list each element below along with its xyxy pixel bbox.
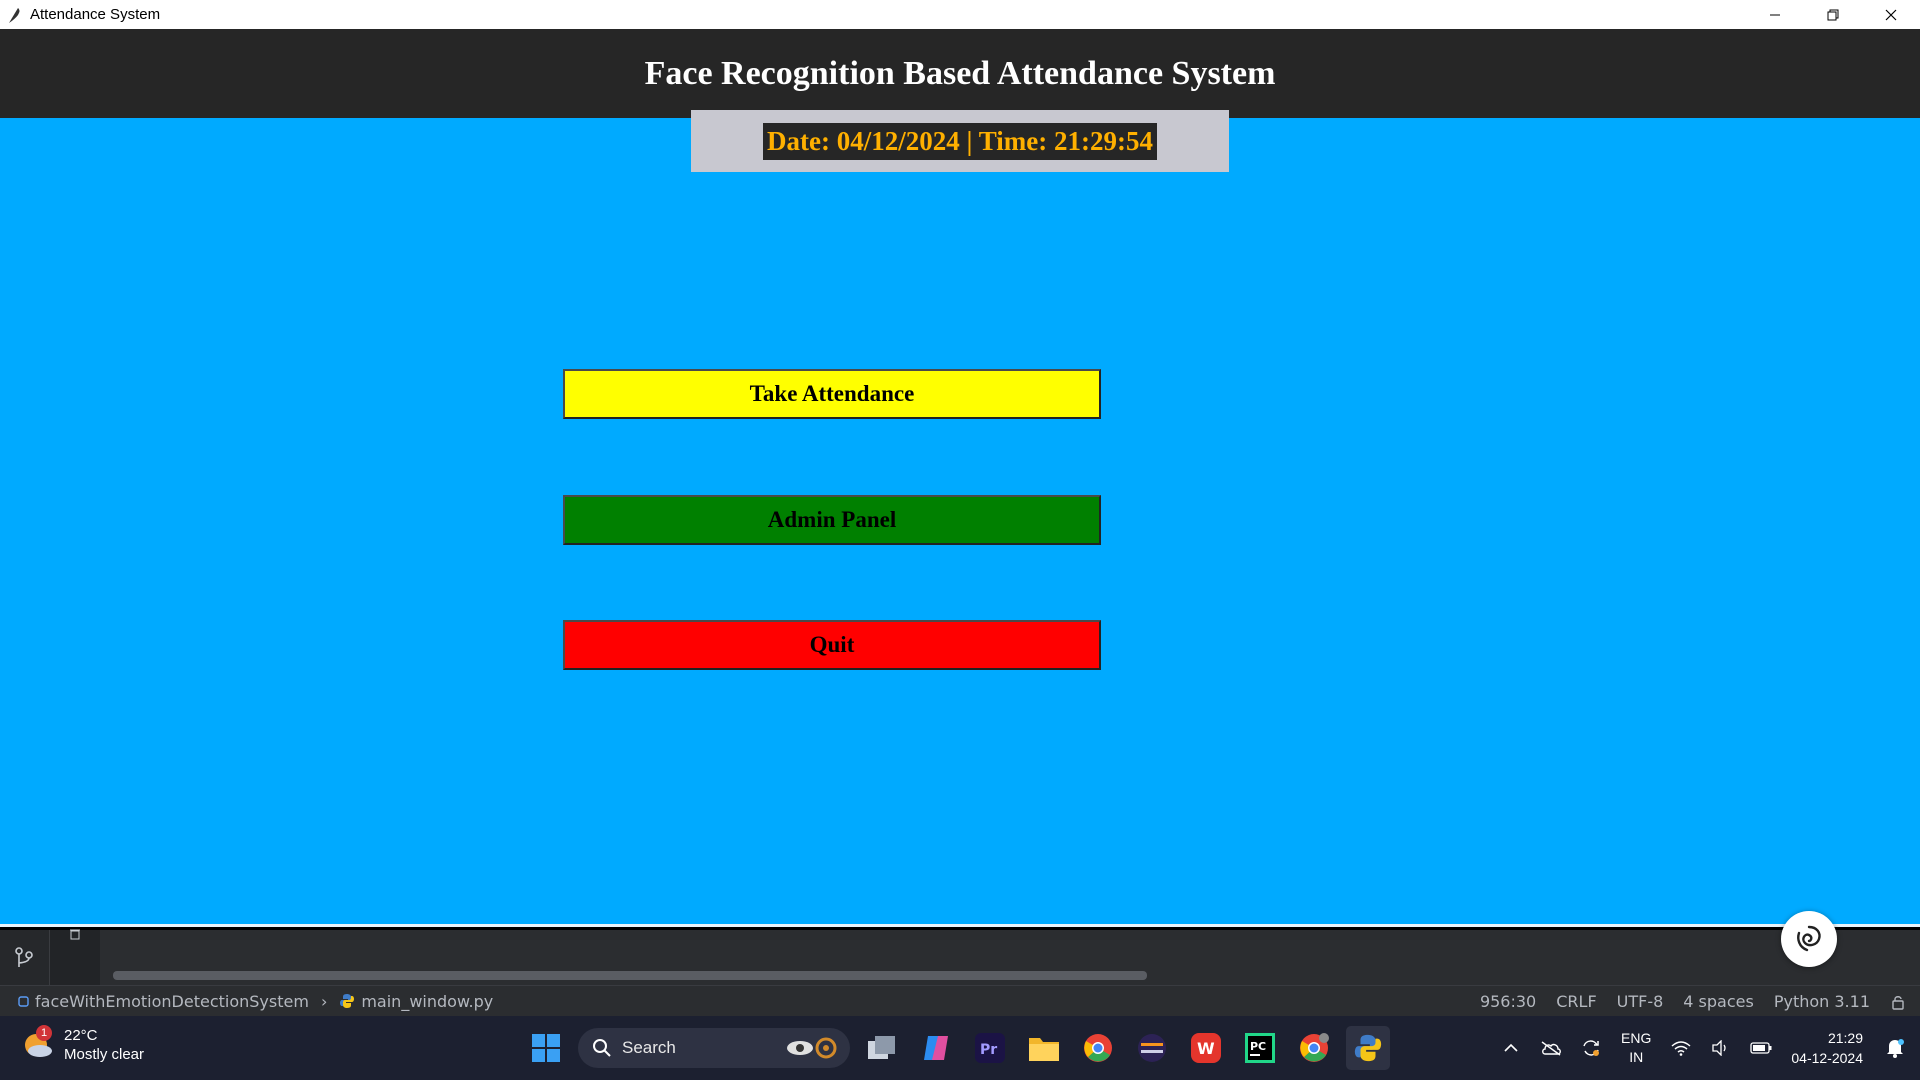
file-encoding[interactable]: UTF-8 <box>1617 992 1664 1011</box>
indent-setting[interactable]: 4 spaces <box>1683 992 1754 1011</box>
task-view-icon <box>868 1036 895 1059</box>
search-label: Search <box>622 1038 676 1057</box>
restore-icon <box>1827 9 1839 20</box>
ide-left-toolbar <box>0 930 50 985</box>
copilot-icon <box>924 1036 948 1060</box>
cloud-off-icon <box>1541 1041 1561 1056</box>
git-branch-icon[interactable] <box>14 947 34 969</box>
input-language[interactable]: ENG IN <box>1621 1029 1651 1067</box>
premiere-icon: Pr <box>975 1033 1005 1063</box>
copilot-button[interactable] <box>914 1026 958 1070</box>
python-app-button[interactable] <box>1346 1026 1390 1070</box>
chrome-icon <box>1084 1034 1112 1062</box>
ide-status-bar: faceWithEmotionDetectionSystem › main_wi… <box>0 985 1920 1016</box>
trash-icon[interactable] <box>69 928 81 940</box>
breadcrumb-project[interactable]: faceWithEmotionDetectionSystem <box>35 992 309 1011</box>
onedrive-button[interactable] <box>1536 1033 1566 1063</box>
battery-icon <box>1750 1042 1772 1054</box>
search-highlight-icon <box>787 1037 837 1059</box>
header-bar: Face Recognition Based Attendance System <box>0 29 1920 118</box>
wifi-icon <box>1671 1041 1691 1056</box>
file-explorer-button[interactable] <box>1022 1026 1066 1070</box>
ai-assistant-button[interactable] <box>1781 911 1837 967</box>
cursor-position[interactable]: 956:30 <box>1480 992 1536 1011</box>
breadcrumb-file[interactable]: main_window.py <box>361 992 493 1011</box>
chrome-profile-icon <box>1300 1033 1329 1062</box>
chrome-profile-button[interactable] <box>1292 1026 1336 1070</box>
weather-desc: Mostly clear <box>64 1046 145 1063</box>
lang-line1: ENG <box>1621 1030 1652 1046</box>
windows-taskbar: 1 22°C Mostly clear Search Pr W PC ENG I… <box>0 1016 1920 1080</box>
ide-tool-panel <box>0 928 1920 985</box>
wps-button[interactable]: W <box>1184 1026 1228 1070</box>
taskbar-clock[interactable]: 21:29 04-12-2024 <box>1791 1028 1863 1068</box>
weather-temp: 22°C <box>64 1027 98 1044</box>
project-module-icon <box>18 995 29 1007</box>
windows-start-icon <box>532 1034 560 1062</box>
close-icon <box>1885 9 1897 20</box>
line-separator[interactable]: CRLF <box>1556 992 1596 1011</box>
chevron-up-icon <box>1504 1043 1518 1052</box>
battery-button[interactable] <box>1746 1033 1776 1063</box>
window-controls <box>1746 0 1920 29</box>
chrome-button[interactable] <box>1076 1026 1120 1070</box>
ide-icon <box>1138 1034 1166 1062</box>
app-window: Face Recognition Based Attendance System… <box>0 29 1920 927</box>
datetime-panel: Date: 04/12/2024 | Time: 21:29:54 <box>691 110 1229 172</box>
breadcrumb: faceWithEmotionDetectionSystem › main_wi… <box>18 992 493 1011</box>
speaker-icon <box>1712 1040 1727 1056</box>
take-attendance-button[interactable]: Take Attendance <box>563 369 1101 419</box>
pycharm-icon: PC <box>1245 1033 1275 1063</box>
bell-icon <box>1887 1039 1904 1058</box>
taskbar-search[interactable]: Search <box>578 1028 850 1068</box>
ide-gutter <box>50 928 100 985</box>
tray-overflow-button[interactable] <box>1496 1033 1526 1063</box>
notifications-button[interactable] <box>1880 1033 1910 1063</box>
weather-widget[interactable]: 1 22°C Mostly clear <box>22 1025 145 1064</box>
quit-button[interactable]: Quit <box>563 620 1101 670</box>
taskbar-apps: Search Pr W PC <box>524 1026 1390 1070</box>
feather-icon <box>9 7 20 23</box>
svg-text:W: W <box>1197 1039 1215 1058</box>
wifi-button[interactable] <box>1666 1033 1696 1063</box>
python-interpreter[interactable]: Python 3.11 <box>1774 992 1870 1011</box>
volume-button[interactable] <box>1706 1033 1736 1063</box>
minimize-icon <box>1770 14 1780 15</box>
python-icon <box>1354 1034 1382 1062</box>
window-title: Attendance System <box>30 6 161 23</box>
sync-icon <box>1583 1040 1600 1056</box>
minimize-button[interactable] <box>1746 0 1804 29</box>
clock-date: 04-12-2024 <box>1791 1050 1863 1066</box>
wps-icon: W <box>1191 1033 1221 1063</box>
python-file-icon <box>340 994 355 1008</box>
chevron-right-icon: › <box>320 991 328 1011</box>
task-view-button[interactable] <box>860 1026 904 1070</box>
start-button[interactable] <box>524 1026 568 1070</box>
system-tray: ENG IN 21:29 04-12-2024 <box>1491 1016 1920 1080</box>
svg-text:PC: PC <box>1250 1040 1266 1053</box>
svg-text:Pr: Pr <box>980 1042 997 1058</box>
restore-button[interactable] <box>1804 0 1862 29</box>
moon-cloud-icon: 1 <box>22 1025 54 1061</box>
clock-time: 21:29 <box>1827 1030 1863 1046</box>
lang-line2: IN <box>1629 1049 1644 1065</box>
datetime-label: Date: 04/12/2024 | Time: 21:29:54 <box>763 122 1157 160</box>
ide-button[interactable] <box>1130 1026 1174 1070</box>
premiere-button[interactable]: Pr <box>968 1026 1012 1070</box>
horizontal-scrollbar[interactable] <box>113 971 1147 980</box>
search-icon <box>593 1039 611 1057</box>
close-button[interactable] <box>1862 0 1920 29</box>
sync-button[interactable] <box>1576 1033 1606 1063</box>
file-explorer-icon <box>1029 1038 1059 1061</box>
weather-badge: 1 <box>36 1025 52 1041</box>
status-right: 956:30 CRLF UTF-8 4 spaces Python 3.11 <box>1480 986 1906 1017</box>
swirl-icon <box>1797 925 1821 952</box>
pycharm-button[interactable]: PC <box>1238 1026 1282 1070</box>
lock-icon[interactable] <box>1890 994 1906 1010</box>
admin-panel-button[interactable]: Admin Panel <box>563 495 1101 545</box>
window-titlebar: Attendance System <box>0 0 1920 29</box>
app-heading: Face Recognition Based Attendance System <box>644 54 1276 92</box>
